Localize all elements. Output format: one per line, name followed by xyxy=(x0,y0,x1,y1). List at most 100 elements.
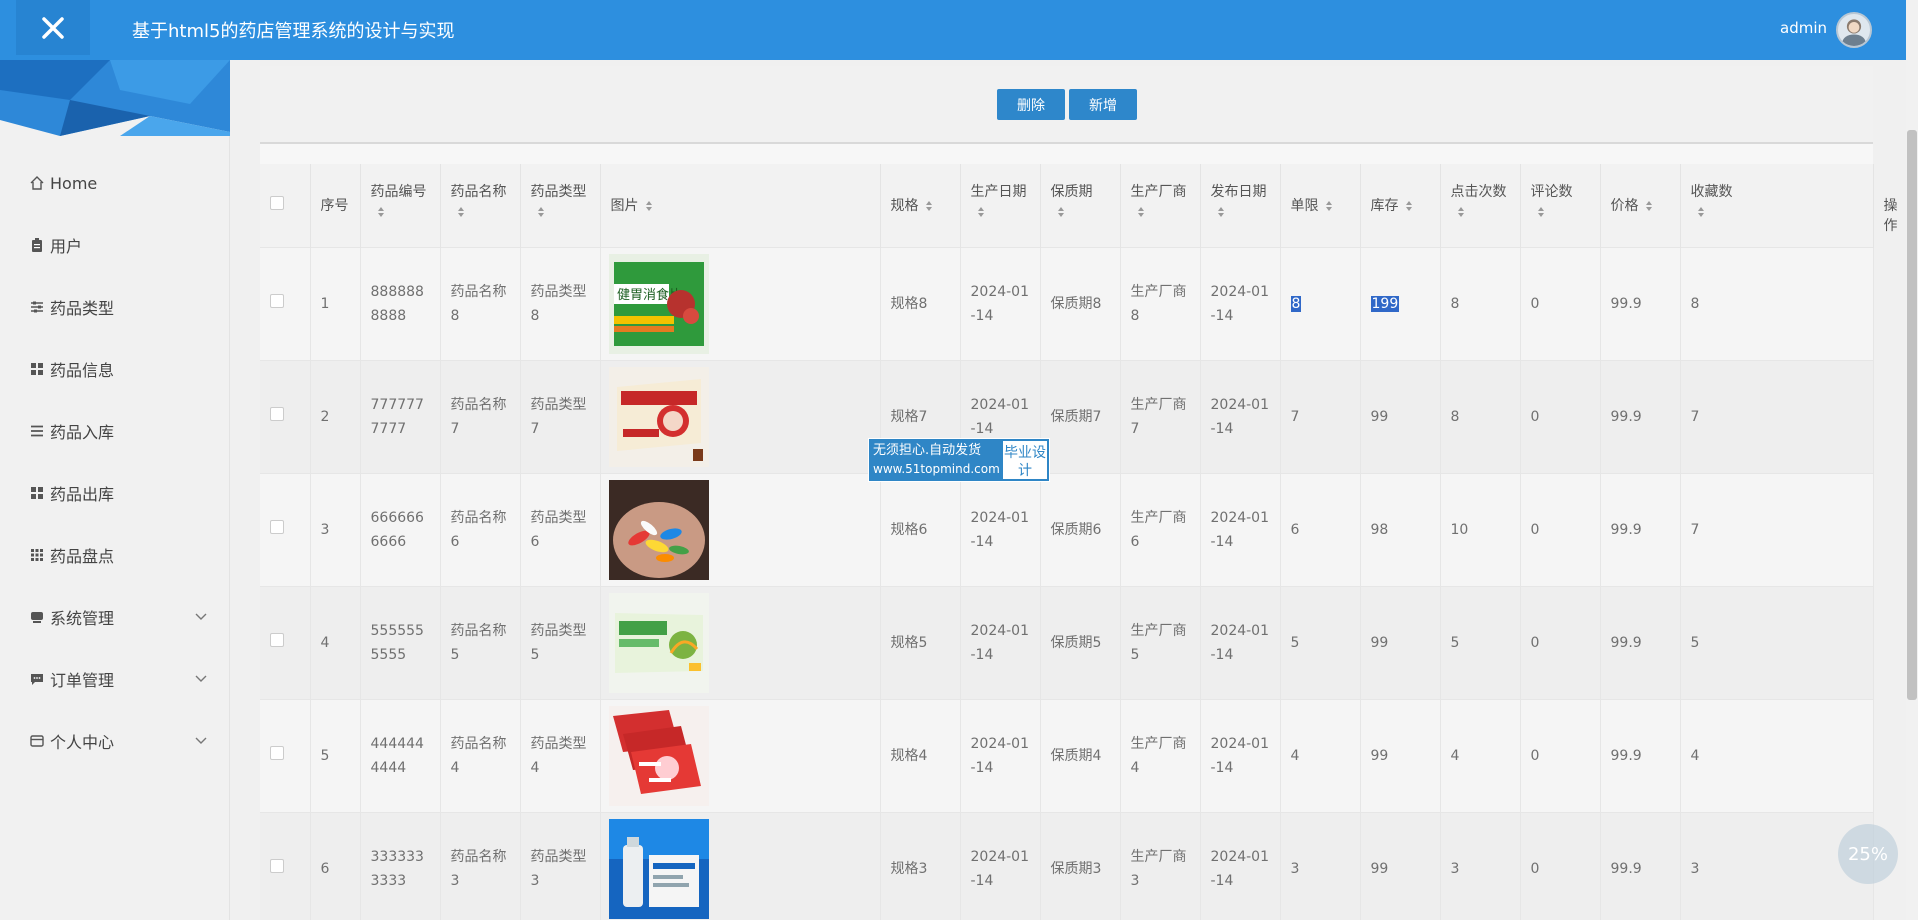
sort-icon[interactable] xyxy=(377,206,385,218)
cell-shelf-life: 保质期8 xyxy=(1040,246,1121,360)
sort-icon[interactable] xyxy=(925,200,933,212)
sort-icon[interactable] xyxy=(1405,200,1413,212)
column-header[interactable]: 发布日期 xyxy=(1200,164,1281,247)
column-header[interactable]: 药品名称 xyxy=(440,164,521,247)
cell-limit-value: 4 xyxy=(1290,747,1300,764)
cell-clicks: 8 xyxy=(1440,359,1521,473)
close-sidebar-button[interactable] xyxy=(16,0,90,55)
avatar[interactable] xyxy=(1836,12,1872,48)
sidebar-item-stock-in[interactable]: 药品入库 xyxy=(0,400,230,462)
row-checkbox[interactable] xyxy=(270,632,284,647)
row-select-cell[interactable] xyxy=(260,585,311,699)
page-scrollbar-thumb[interactable] xyxy=(1907,130,1917,700)
column-header[interactable]: 生产日期 xyxy=(960,164,1041,247)
column-header[interactable]: 药品编号 xyxy=(360,164,441,247)
row-select-cell[interactable] xyxy=(260,698,311,812)
sort-icon[interactable] xyxy=(537,206,545,218)
sort-icon[interactable] xyxy=(1325,200,1333,212)
cell-shelf-life-value: 保质期4 xyxy=(1050,747,1102,764)
sort-icon[interactable] xyxy=(1697,206,1705,218)
sidebar-item-drug-type[interactable]: 药品类型 xyxy=(0,276,230,338)
sort-icon[interactable] xyxy=(1137,206,1145,218)
cell-name-value: 药品名称4 xyxy=(450,735,507,776)
sort-icon[interactable] xyxy=(977,206,985,218)
column-header[interactable]: 规格 xyxy=(880,164,961,247)
sort-icon[interactable] xyxy=(1457,206,1465,218)
cell-clicks-value: 10 xyxy=(1450,521,1469,538)
column-header[interactable]: 库存 xyxy=(1360,164,1441,247)
add-button[interactable]: 新增 xyxy=(1069,89,1137,120)
cell-stock-value: 98 xyxy=(1370,521,1389,538)
row-checkbox[interactable] xyxy=(270,406,284,421)
cell-prod-date-value: 2024-01-14 xyxy=(970,509,1030,550)
row-select-cell[interactable] xyxy=(260,811,311,920)
product-image-3[interactable] xyxy=(608,818,709,919)
sidebar-item-stock-out[interactable]: 药品出库 xyxy=(0,462,230,524)
sidebar-item-home[interactable]: Home xyxy=(0,152,230,214)
column-header[interactable]: 生产厂商 xyxy=(1120,164,1201,247)
main-content: 删除 新增 序号 药品编号 药品名称 药品类型 图片 规格 生产日期 保质期 生… xyxy=(260,66,1898,920)
product-image-6[interactable] xyxy=(608,479,709,580)
select-all-checkbox[interactable] xyxy=(270,196,284,210)
cell-favorites: 4 xyxy=(1680,698,1874,812)
home-icon xyxy=(28,174,46,192)
cell-pub-date-value: 2024-01-14 xyxy=(1210,396,1270,437)
cell-type: 药品类型8 xyxy=(520,246,601,360)
sidebar-item-orders[interactable]: 订单管理 xyxy=(0,648,230,710)
sort-icon[interactable] xyxy=(1537,206,1545,218)
column-header[interactable]: 图片 xyxy=(600,164,881,247)
cell-code: 7777777777 xyxy=(360,359,441,473)
sort-icon[interactable] xyxy=(1217,206,1225,218)
row-checkbox[interactable] xyxy=(270,858,284,873)
column-header[interactable]: 点击次数 xyxy=(1440,164,1521,247)
product-image-4[interactable] xyxy=(608,705,709,806)
cell-maker-value: 生产厂商5 xyxy=(1130,622,1187,663)
sidebar-item-users[interactable]: 用户 xyxy=(0,214,230,276)
sidebar-item-inventory[interactable]: 药品盘点 xyxy=(0,524,230,586)
row-select-cell[interactable] xyxy=(260,472,311,586)
product-image-7[interactable] xyxy=(608,366,709,467)
column-header[interactable]: 评论数 xyxy=(1520,164,1601,247)
sidebar-item-system[interactable]: 系统管理 xyxy=(0,586,230,648)
cell-code-value: 4444444444 xyxy=(370,735,424,776)
cell-maker-value: 生产厂商7 xyxy=(1130,396,1187,437)
column-header[interactable]: 药品类型 xyxy=(520,164,601,247)
cell-type: 药品类型5 xyxy=(520,585,601,699)
sort-icon[interactable] xyxy=(1057,206,1065,218)
product-image-5[interactable] xyxy=(608,592,709,693)
select-all-cell[interactable] xyxy=(260,164,311,247)
row-select-cell[interactable] xyxy=(260,246,311,360)
cell-limit: 6 xyxy=(1280,472,1361,586)
column-header[interactable]: 保质期 xyxy=(1040,164,1121,247)
sort-icon[interactable] xyxy=(645,200,653,212)
user-name[interactable]: admin xyxy=(1780,19,1827,37)
cell-name-value: 药品名称7 xyxy=(450,396,507,437)
sidebar-item-drug-info[interactable]: 药品信息 xyxy=(0,338,230,400)
row-select-cell[interactable] xyxy=(260,359,311,473)
sort-icon[interactable] xyxy=(457,206,465,218)
cell-name-value: 药品名称3 xyxy=(450,848,507,889)
zoom-badge[interactable]: 25% xyxy=(1838,824,1898,884)
bulk-delete-button[interactable]: 删除 xyxy=(997,89,1065,120)
row-checkbox[interactable] xyxy=(270,519,284,534)
watermark-line2: www.51topmind.com xyxy=(873,462,1000,476)
cell-stock: 99 xyxy=(1360,585,1441,699)
cell-prod-date-value: 2024-01-14 xyxy=(970,735,1030,776)
cell-code-value: 8888888888 xyxy=(370,283,424,324)
cell-name-value: 药品名称8 xyxy=(450,283,507,324)
row-checkbox[interactable] xyxy=(270,293,284,308)
cell-shelf-life: 保质期3 xyxy=(1040,811,1121,920)
sidebar-item-profile[interactable]: 个人中心 xyxy=(0,710,230,772)
drug-table: 序号 药品编号 药品名称 药品类型 图片 规格 生产日期 保质期 生产厂商 发布… xyxy=(260,164,1898,920)
column-header[interactable]: 收藏数 xyxy=(1680,164,1874,247)
apps-icon xyxy=(28,546,46,564)
sort-icon[interactable] xyxy=(1645,200,1653,212)
cell-comments: 0 xyxy=(1520,359,1601,473)
cell-no: 2 xyxy=(310,359,361,473)
row-checkbox[interactable] xyxy=(270,745,284,760)
product-image-8[interactable]: 健胃消食片 xyxy=(608,253,709,354)
cell-code-value: 6666666666 xyxy=(370,509,424,550)
table-row: 2 7777777777 药品名称7 药品类型7 规格7 2024-01-14 保质期7 生产… xyxy=(260,359,1874,473)
column-header[interactable]: 单限 xyxy=(1280,164,1361,247)
column-header[interactable]: 价格 xyxy=(1600,164,1681,247)
